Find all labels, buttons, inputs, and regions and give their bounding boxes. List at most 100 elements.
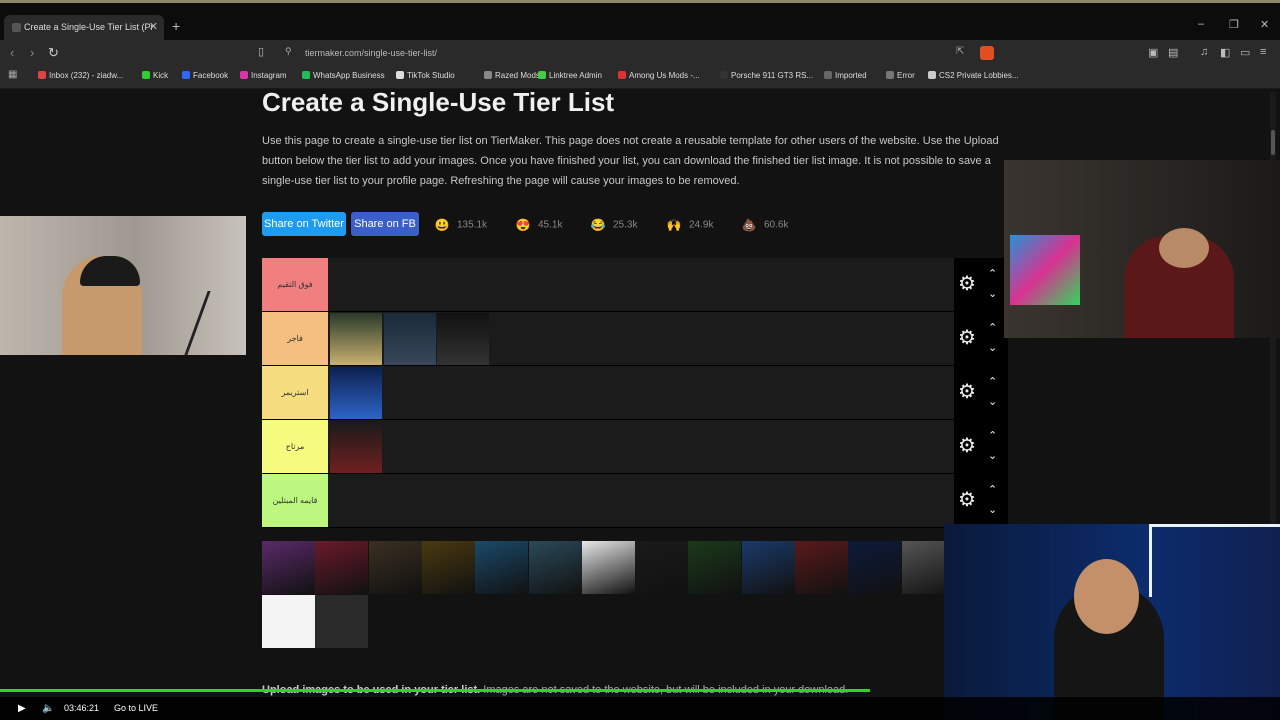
pool-image[interactable] bbox=[741, 541, 795, 594]
apps-grid-icon[interactable]: ▦ bbox=[8, 69, 17, 80]
reaction-button[interactable]: 😍 45.1k bbox=[514, 216, 563, 234]
bookmark-icon[interactable]: ▯ bbox=[258, 45, 264, 58]
move-tier-up-icon[interactable]: ⌃ bbox=[988, 375, 997, 388]
bookmark-item[interactable]: Razed Mods bbox=[484, 71, 540, 80]
share-fb-button[interactable]: Share on FB bbox=[351, 212, 419, 236]
stream-time: 03:46:21 bbox=[64, 703, 100, 713]
bookmark-item[interactable]: Among Us Mods -... bbox=[618, 71, 700, 80]
bookmark-item[interactable]: Imported bbox=[824, 71, 867, 80]
reaction-button[interactable]: 💩 60.6k bbox=[740, 216, 789, 234]
bookmark-item[interactable]: Linktree Admin bbox=[538, 71, 602, 80]
bookmark-item[interactable]: TikTok Studio bbox=[396, 71, 455, 80]
minimize-icon[interactable]: – bbox=[1198, 18, 1204, 30]
pool-image[interactable] bbox=[475, 541, 529, 594]
pool-image[interactable] bbox=[528, 541, 582, 594]
bookmark-item[interactable]: Kick bbox=[142, 71, 168, 80]
bookmark-label: Facebook bbox=[193, 71, 229, 80]
tier-settings-gear-icon[interactable]: ⚙ bbox=[958, 487, 976, 512]
move-tier-up-icon[interactable]: ⌃ bbox=[988, 429, 997, 442]
reaction-emoji-icon: 😃 bbox=[434, 218, 450, 232]
forward-icon[interactable]: › bbox=[30, 45, 34, 60]
player-controls bbox=[0, 697, 1280, 720]
back-icon[interactable]: ‹ bbox=[10, 45, 14, 60]
tier-settings-gear-icon[interactable]: ⚙ bbox=[958, 433, 976, 458]
tier-settings-gear-icon[interactable]: ⚙ bbox=[958, 379, 976, 404]
bookmark-item[interactable]: CS2 Private Lobbies... bbox=[928, 71, 1019, 80]
move-tier-down-icon[interactable]: ⌄ bbox=[988, 287, 997, 300]
scrollbar-thumb[interactable] bbox=[1271, 130, 1275, 155]
bookmark-favicon-icon bbox=[824, 71, 832, 79]
bookmark-item[interactable]: WhatsApp Business bbox=[302, 71, 385, 80]
tier-label[interactable]: فاجر bbox=[262, 312, 328, 365]
tier-image[interactable] bbox=[330, 367, 382, 419]
reaction-count: 25.3k bbox=[613, 219, 638, 231]
music-icon[interactable]: ♫ bbox=[1200, 46, 1208, 58]
page-title: Create a Single-Use Tier List bbox=[262, 87, 615, 117]
volume-icon[interactable]: 🔈 bbox=[42, 703, 54, 714]
menu-icon[interactable]: ≡ bbox=[1260, 46, 1266, 58]
bookmark-item[interactable]: Inbox (232) - ziadw... bbox=[38, 71, 123, 80]
tier-label[interactable]: قايمه المبتلين bbox=[262, 474, 328, 527]
bookmark-favicon-icon bbox=[618, 71, 626, 79]
tier-image[interactable] bbox=[384, 313, 436, 365]
tier-image[interactable] bbox=[437, 313, 489, 365]
restore-icon[interactable]: ❐ bbox=[1229, 18, 1239, 31]
pool-image[interactable] bbox=[635, 541, 689, 594]
go-to-live-button[interactable]: Go to LIVE bbox=[114, 703, 158, 713]
pool-image[interactable] bbox=[262, 595, 315, 648]
play-icon[interactable]: ▶ bbox=[18, 703, 26, 714]
window-close-icon[interactable]: ✕ bbox=[1260, 18, 1269, 31]
new-tab-icon[interactable]: + bbox=[172, 18, 180, 34]
move-tier-down-icon[interactable]: ⌄ bbox=[988, 449, 997, 462]
pool-image[interactable] bbox=[315, 595, 369, 648]
address-bar[interactable]: tiermaker.com/single-use-tier-list/ bbox=[305, 44, 1025, 62]
tier-label[interactable]: استريمر bbox=[262, 366, 328, 419]
stream-progress-bar[interactable] bbox=[0, 689, 871, 692]
tier-label[interactable]: مرتاح bbox=[262, 420, 328, 473]
share-twitter-button[interactable]: Share on Twitter bbox=[262, 212, 346, 236]
bookmark-item[interactable]: Instagram bbox=[240, 71, 287, 80]
bookmark-label: Imported bbox=[835, 71, 867, 80]
move-tier-down-icon[interactable]: ⌄ bbox=[988, 395, 997, 408]
bookmark-item[interactable]: Porsche 911 GT3 RS... bbox=[720, 71, 813, 80]
pool-image[interactable] bbox=[315, 541, 369, 594]
tier-image[interactable] bbox=[330, 313, 382, 365]
pool-image[interactable] bbox=[262, 541, 315, 594]
tier-image[interactable] bbox=[330, 421, 382, 473]
pool-image[interactable] bbox=[848, 541, 902, 594]
reaction-button[interactable]: 🙌 24.9k bbox=[665, 216, 714, 234]
bookmark-label: Porsche 911 GT3 RS... bbox=[731, 71, 814, 80]
bookmark-item[interactable]: Error bbox=[886, 71, 915, 80]
sidebar-icon[interactable]: ◧ bbox=[1220, 46, 1230, 59]
bookmark-item[interactable]: Facebook bbox=[182, 71, 228, 80]
tier-settings-gear-icon[interactable]: ⚙ bbox=[958, 271, 976, 296]
tier-row[interactable] bbox=[262, 258, 954, 312]
move-tier-up-icon[interactable]: ⌃ bbox=[988, 483, 997, 496]
move-tier-down-icon[interactable]: ⌄ bbox=[988, 341, 997, 354]
pool-image[interactable] bbox=[581, 541, 635, 594]
reaction-button[interactable]: 😂 25.3k bbox=[589, 216, 638, 234]
reaction-button[interactable]: 😃 135.1k bbox=[433, 216, 488, 234]
pool-image[interactable] bbox=[688, 541, 742, 594]
mic-stand-icon bbox=[184, 291, 241, 355]
browser-tab[interactable]: Create a Single-Use Tier List (Pr ✕ bbox=[4, 15, 164, 40]
move-tier-up-icon[interactable]: ⌃ bbox=[988, 321, 997, 334]
extensions-icon[interactable]: ▣ bbox=[1148, 46, 1158, 59]
media-icon[interactable]: ▤ bbox=[1168, 46, 1178, 59]
bookmark-label: Error bbox=[897, 71, 915, 80]
pool-image[interactable] bbox=[421, 541, 475, 594]
pool-image[interactable] bbox=[368, 541, 422, 594]
brave-shield-icon[interactable] bbox=[980, 46, 994, 60]
wallet-icon[interactable]: ▭ bbox=[1240, 46, 1250, 59]
share-icon[interactable]: ⇱ bbox=[956, 46, 964, 57]
move-tier-down-icon[interactable]: ⌄ bbox=[988, 503, 997, 516]
tab-close-icon[interactable]: ✕ bbox=[149, 15, 158, 40]
pool-image[interactable] bbox=[795, 541, 848, 594]
site-info-icon[interactable]: ⚲ bbox=[285, 46, 292, 57]
tier-label[interactable]: فوق التقيم bbox=[262, 258, 328, 311]
move-tier-up-icon[interactable]: ⌃ bbox=[988, 267, 997, 280]
tier-settings-gear-icon[interactable]: ⚙ bbox=[958, 325, 976, 350]
tier-row[interactable] bbox=[262, 474, 954, 528]
reload-icon[interactable]: ↻ bbox=[48, 45, 59, 61]
reaction-emoji-icon: 💩 bbox=[741, 218, 757, 232]
